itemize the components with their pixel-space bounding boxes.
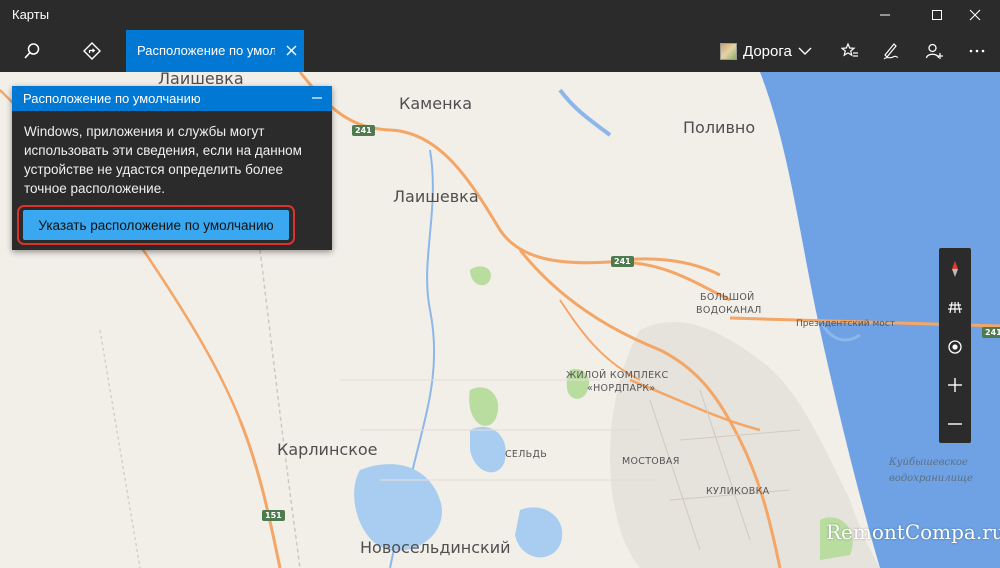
zoom-in-icon[interactable]: [939, 366, 971, 404]
road-style-thumbnail-icon: [720, 42, 737, 60]
map-label-kuybyshev-2: водохранилище: [889, 473, 973, 484]
map-label-vodokanal: ВОДОКАНАЛ: [696, 305, 762, 316]
road-shield: 241: [982, 327, 1000, 338]
account-icon[interactable]: [914, 30, 954, 72]
road-shield: 241: [352, 125, 375, 136]
map-label-bridge: Президентский мост: [796, 319, 895, 329]
zoom-out-icon[interactable]: [939, 405, 971, 443]
map-label-kulikovka: КУЛИКОВКА: [706, 486, 770, 497]
directions-icon[interactable]: [72, 30, 112, 72]
more-icon[interactable]: [957, 30, 997, 72]
popup-header: Расположение по умолчанию: [12, 86, 332, 111]
map-controls: [939, 248, 971, 443]
road-shield: 151: [262, 510, 285, 521]
close-icon[interactable]: [280, 39, 302, 61]
minus-icon[interactable]: [306, 87, 328, 109]
map-label-karlinskoe: Карлинское: [277, 440, 378, 459]
map-label-mostovaya: МОСТОВАЯ: [622, 456, 680, 467]
map-style-label: Дорога: [743, 42, 792, 60]
close-icon[interactable]: [952, 0, 998, 30]
road-shield: 241: [611, 256, 634, 267]
default-location-popup: Расположение по умолчанию Windows, прило…: [12, 86, 332, 250]
location-icon[interactable]: [939, 328, 971, 366]
map-label-novoseldinsky: Новосельдинский: [360, 538, 511, 557]
3d-cities-icon[interactable]: [939, 288, 971, 326]
map-label-zhiloy: ЖИЛОЙ КОМПЛЕКС: [566, 370, 669, 381]
set-default-location-button[interactable]: Указать расположение по умолчанию: [23, 210, 289, 240]
search-icon[interactable]: [12, 30, 52, 72]
map-label-sel: СЕЛЬДЬ: [505, 449, 548, 460]
tab-default-location[interactable]: Расположение по умол: [126, 30, 304, 72]
map-label-nordpark: «НОРДПАРК»: [587, 383, 656, 394]
app-title: Карты: [12, 7, 50, 22]
title-bar: Карты: [0, 0, 1000, 30]
chevron-down-icon: [798, 47, 812, 55]
map-style-dropdown[interactable]: Дорога: [720, 30, 812, 72]
popup-title: Расположение по умолчанию: [23, 91, 201, 106]
toolbar: Расположение по умол Дорога: [0, 30, 1000, 72]
compass-icon[interactable]: [939, 250, 971, 288]
map-label-kamenka: Каменка: [399, 94, 473, 113]
map-label-kuybyshev-1: Куйбышевское: [889, 457, 968, 468]
minimize-icon[interactable]: [862, 0, 908, 30]
tab-label: Расположение по умол: [137, 43, 275, 58]
map-label-polivno: Поливно: [683, 118, 756, 137]
popup-description: Windows, приложения и службы могут испол…: [24, 124, 302, 196]
favorites-icon[interactable]: [830, 30, 870, 72]
watermark: RemontCompa.ru: [826, 520, 1000, 544]
ink-icon[interactable]: [870, 30, 910, 72]
map-label-laishevka: Лаишевка: [393, 187, 479, 206]
map-label-bolshoy: БОЛЬШОЙ: [700, 292, 755, 303]
